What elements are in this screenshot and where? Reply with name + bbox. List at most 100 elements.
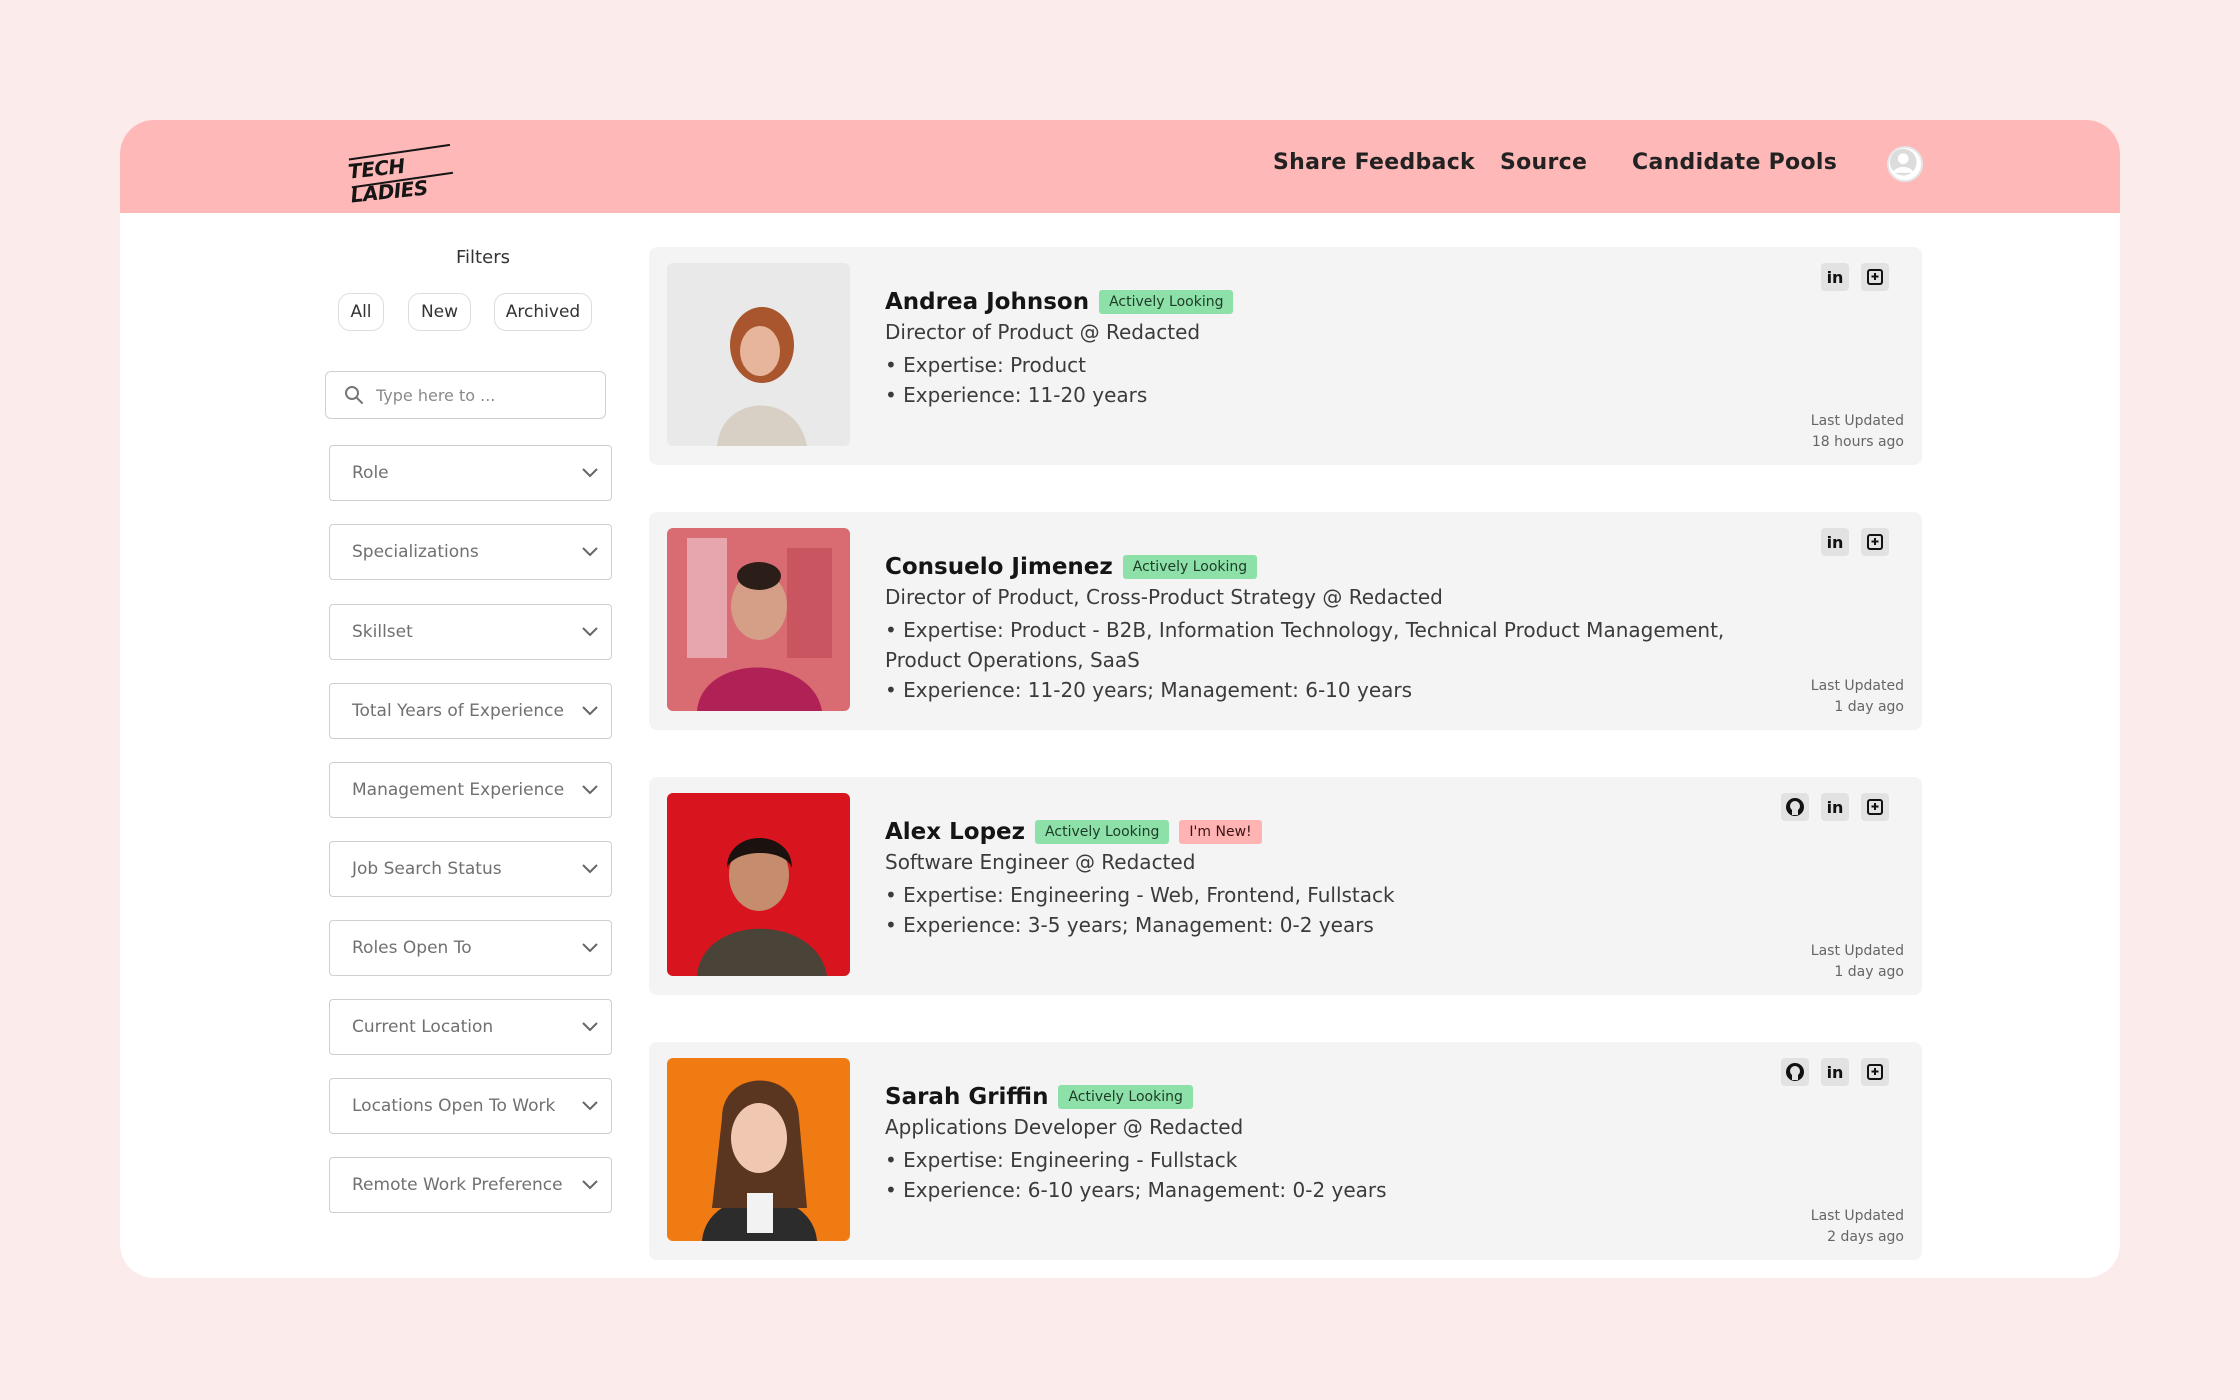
select-skillset[interactable]: Skillset [329,604,612,660]
select-total-years-experience[interactable]: Total Years of Experience [329,683,612,739]
svg-text:in: in [1827,1063,1844,1082]
candidate-name[interactable]: Sarah Griffin [885,1084,1048,1110]
chevron-down-icon [582,864,598,874]
candidate-name-row: Andrea Johnson Actively Looking [885,289,1234,323]
linkedin-icon[interactable]: in [1821,793,1849,821]
candidate-card[interactable]: Alex Lopez Actively Looking I'm New! Softw… [649,777,1922,995]
select-specializations[interactable]: Specializations [329,524,612,580]
chevron-down-icon [582,943,598,953]
linkedin-icon[interactable]: in [1821,263,1849,291]
new-badge: I'm New! [1179,820,1262,844]
resume-icon[interactable] [1861,1058,1889,1086]
candidate-name-row: Sarah Griffin Actively Looking [885,1084,1193,1118]
candidate-experience: • Experience: 3-5 years; Management: 0-2… [885,913,1374,937]
chevron-down-icon [582,785,598,795]
svg-text:in: in [1827,533,1844,552]
resume-icon[interactable] [1861,263,1889,291]
resume-icon[interactable] [1861,793,1889,821]
candidate-role: Director of Product @ Redacted [885,320,1201,344]
select-label: Roles Open To [352,938,472,958]
github-icon[interactable] [1781,793,1809,821]
chevron-down-icon [582,1180,598,1190]
search-input[interactable] [376,381,596,409]
last-updated-value: 1 day ago [1834,964,1904,980]
status-badge: Actively Looking [1058,1085,1193,1109]
candidate-name-row: Alex Lopez Actively Looking I'm New! [885,819,1262,853]
status-badge: Actively Looking [1099,290,1234,314]
search-box [325,371,606,419]
top-navigation-bar: TECH LADIES Share Feedback Source Candid… [120,120,2120,213]
search-icon [345,386,363,404]
select-label: Specializations [352,542,479,562]
last-updated-label: Last Updated [1810,943,1904,959]
candidate-expertise: • Expertise: Product - B2B, Information … [885,618,1725,672]
svg-text:in: in [1827,268,1844,287]
candidate-expertise: • Expertise: Engineering - Fullstack [885,1148,1238,1172]
select-role[interactable]: Role [329,445,612,501]
nav-source[interactable]: Source [1500,150,1587,175]
chevron-down-icon [582,468,598,478]
select-label: Total Years of Experience [352,701,564,721]
select-label: Role [352,463,389,483]
user-avatar-icon [1889,148,1917,176]
app-window: TECH LADIES Share Feedback Source Candid… [120,120,2120,1278]
candidate-card[interactable]: Sarah Griffin Actively Looking Applicatio… [649,1042,1922,1260]
last-updated-value: 18 hours ago [1811,434,1904,450]
tab-new[interactable]: New [408,293,471,331]
select-label: Management Experience [352,780,565,800]
last-updated: Last Updated 18 hours ago [1744,411,1904,453]
tab-all[interactable]: All [338,293,384,331]
resume-icon[interactable] [1861,528,1889,556]
candidate-name[interactable]: Andrea Johnson [885,289,1089,315]
candidate-role: Director of Product, Cross-Product Strat… [885,585,1443,609]
select-management-experience[interactable]: Management Experience [329,762,612,818]
nav-share-feedback[interactable]: Share Feedback [1273,150,1475,175]
select-label: Remote Work Preference [352,1175,563,1195]
candidate-photo [667,528,850,711]
last-updated-value: 1 day ago [1834,699,1904,715]
svg-text:in: in [1827,798,1844,817]
select-remote-work-preference[interactable]: Remote Work Preference [329,1157,612,1213]
candidate-expertise: • Expertise: Product [885,353,1087,377]
chevron-down-icon [582,706,598,716]
chevron-down-icon [582,627,598,637]
last-updated-label: Last Updated [1810,1208,1904,1224]
candidate-photo [667,1058,850,1241]
logo-text: TECH LADIES [346,153,429,208]
candidate-role: Software Engineer @ Redacted [885,850,1196,874]
last-updated: Last Updated 2 days ago [1744,1206,1904,1248]
user-avatar[interactable] [1887,146,1923,182]
last-updated: Last Updated 1 day ago [1744,676,1904,718]
candidate-photo [667,263,850,446]
select-locations-open-to-work[interactable]: Locations Open To Work [329,1078,612,1134]
candidate-expertise: • Expertise: Engineering - Web, Frontend… [885,883,1395,907]
chevron-down-icon [582,547,598,557]
status-badge: Actively Looking [1035,820,1170,844]
chevron-down-icon [582,1101,598,1111]
candidate-experience: • Experience: 11-20 years; Management: 6… [885,678,1413,702]
select-label: Job Search Status [352,859,502,879]
last-updated-label: Last Updated [1810,413,1904,429]
linkedin-icon[interactable]: in [1821,528,1849,556]
status-badge: Actively Looking [1122,555,1258,579]
candidate-role: Applications Developer @ Redacted [885,1115,1244,1139]
tech-ladies-logo[interactable]: TECH LADIES [346,142,457,207]
linkedin-icon[interactable]: in [1821,1058,1849,1086]
nav-candidate-pools[interactable]: Candidate Pools [1632,150,1837,175]
filters-title: Filters [456,247,510,268]
select-roles-open-to[interactable]: Roles Open To [329,920,612,976]
last-updated-label: Last Updated [1810,678,1904,694]
candidate-name[interactable]: Alex Lopez [885,819,1025,845]
select-current-location[interactable]: Current Location [329,999,612,1055]
last-updated-value: 2 days ago [1827,1229,1904,1245]
select-label: Skillset [352,622,413,642]
candidate-photo [667,793,850,976]
github-icon[interactable] [1781,1058,1809,1086]
chevron-down-icon [582,1022,598,1032]
candidate-name[interactable]: Consuelo Jimenez [885,554,1113,580]
tab-archived[interactable]: Archived [494,293,592,331]
select-job-search-status[interactable]: Job Search Status [329,841,612,897]
candidate-card[interactable]: Andrea Johnson Actively Looking Director … [649,247,1922,465]
candidate-name-row: Consuelo Jimenez Actively Looking [885,554,1258,588]
candidate-card[interactable]: Consuelo Jimenez Actively Looking Directo… [649,512,1922,730]
